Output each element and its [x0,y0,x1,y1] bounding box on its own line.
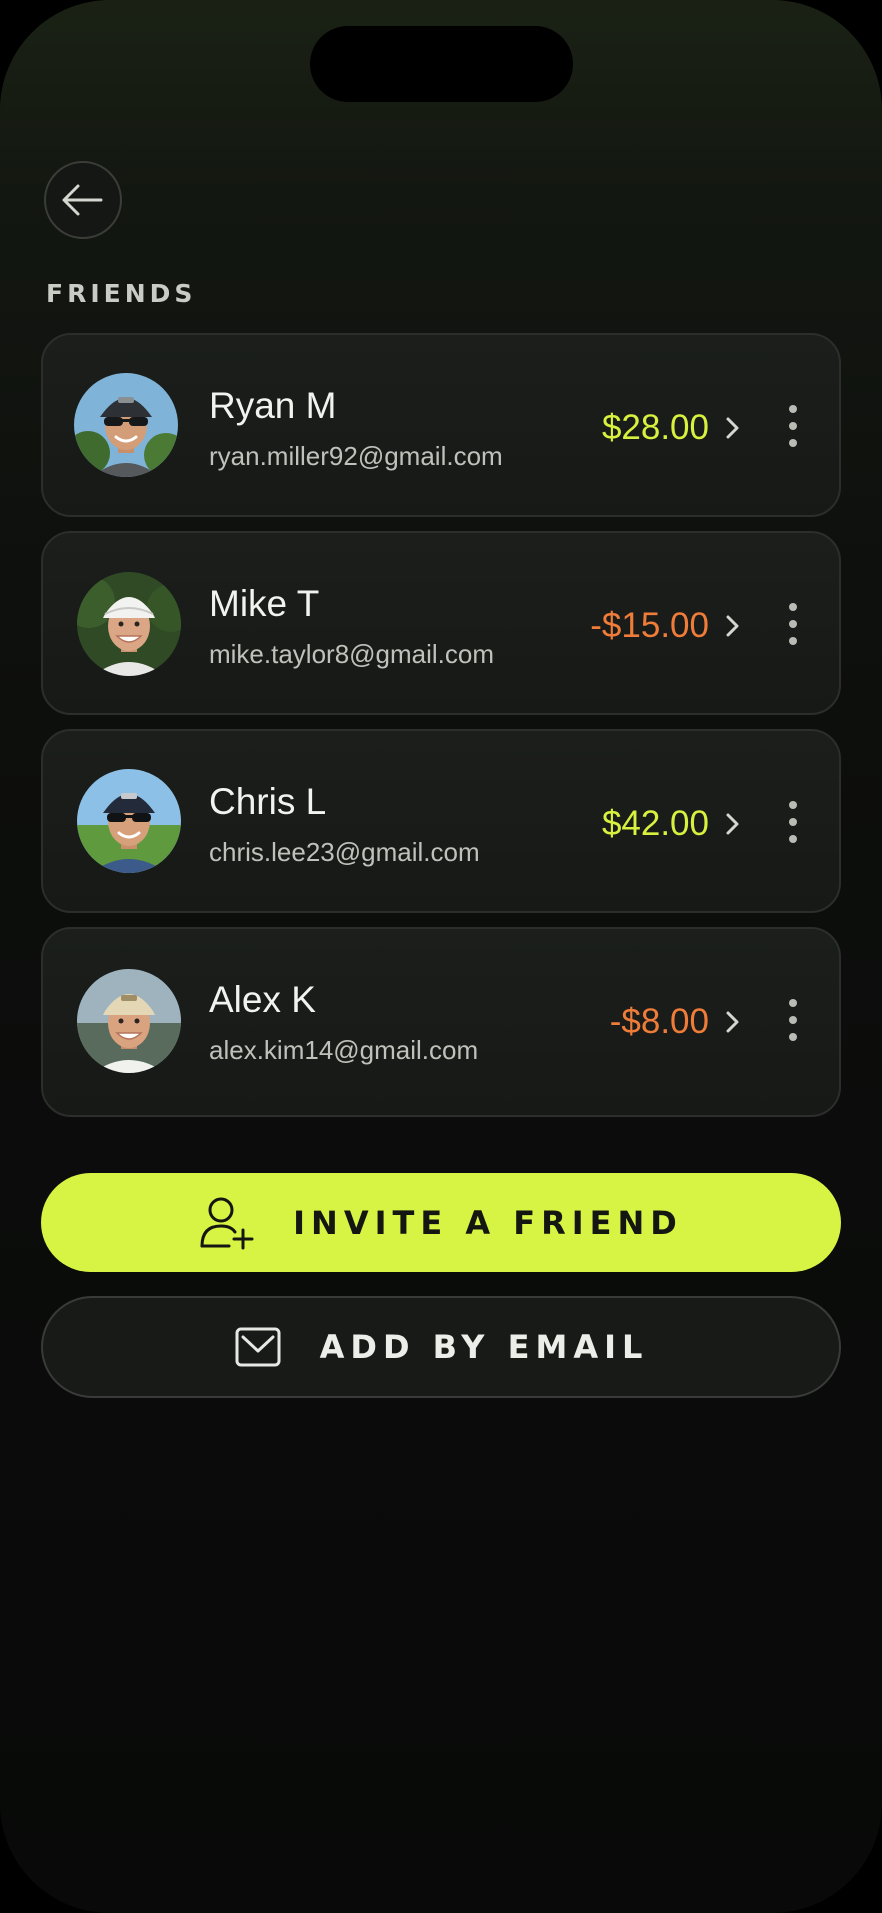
avatar [77,969,181,1073]
user-plus-icon [200,1197,254,1249]
friend-email: chris.lee23@gmail.com [209,837,480,867]
friend-name: Alex K [209,979,316,1020]
envelope-icon [235,1327,281,1367]
more-options-icon[interactable] [787,801,799,843]
chevron-right-icon [726,813,739,835]
back-button[interactable] [44,161,122,239]
phone-screen: FRIENDS Ryan M ryan.miller92@gmail.com $… [0,0,882,1913]
more-options-icon[interactable] [787,999,799,1041]
avatar [77,769,181,873]
friend-balance: -$8.00 [609,1002,709,1041]
friends-list: Ryan M ryan.miller92@gmail.com $28.00 Mi… [41,333,841,1131]
arrow-left-icon [62,184,103,216]
section-title: FRIENDS [46,279,197,308]
invite-friend-label: INVITE A FRIEND [293,1203,683,1242]
friend-card[interactable]: Mike T mike.taylor8@gmail.com -$15.00 [41,531,841,715]
friend-email: ryan.miller92@gmail.com [209,441,503,471]
friend-balance: $28.00 [601,408,709,447]
add-by-email-label: ADD BY EMAIL [319,1328,649,1366]
more-options-icon[interactable] [787,603,799,645]
friend-name: Mike T [209,583,320,624]
chevron-right-icon [726,1011,739,1033]
chevron-right-icon [726,615,739,637]
friend-card[interactable]: Alex K alex.kim14@gmail.com -$8.00 [41,927,841,1117]
friend-card[interactable]: Ryan M ryan.miller92@gmail.com $28.00 [41,333,841,517]
friend-balance: -$15.00 [590,606,709,645]
friend-card[interactable]: Chris L chris.lee23@gmail.com $42.00 [41,729,841,913]
avatar [77,572,181,676]
friend-name: Ryan M [209,385,337,426]
friend-email: alex.kim14@gmail.com [209,1035,479,1065]
more-options-icon[interactable] [787,405,799,447]
avatar [74,373,178,477]
friend-balance: $42.00 [601,804,709,843]
dynamic-island [310,26,573,102]
friend-email: mike.taylor8@gmail.com [209,639,495,669]
friend-name: Chris L [209,781,327,822]
chevron-right-icon [726,417,739,439]
invite-friend-button[interactable]: INVITE A FRIEND [41,1173,841,1272]
add-by-email-button[interactable]: ADD BY EMAIL [41,1296,841,1398]
